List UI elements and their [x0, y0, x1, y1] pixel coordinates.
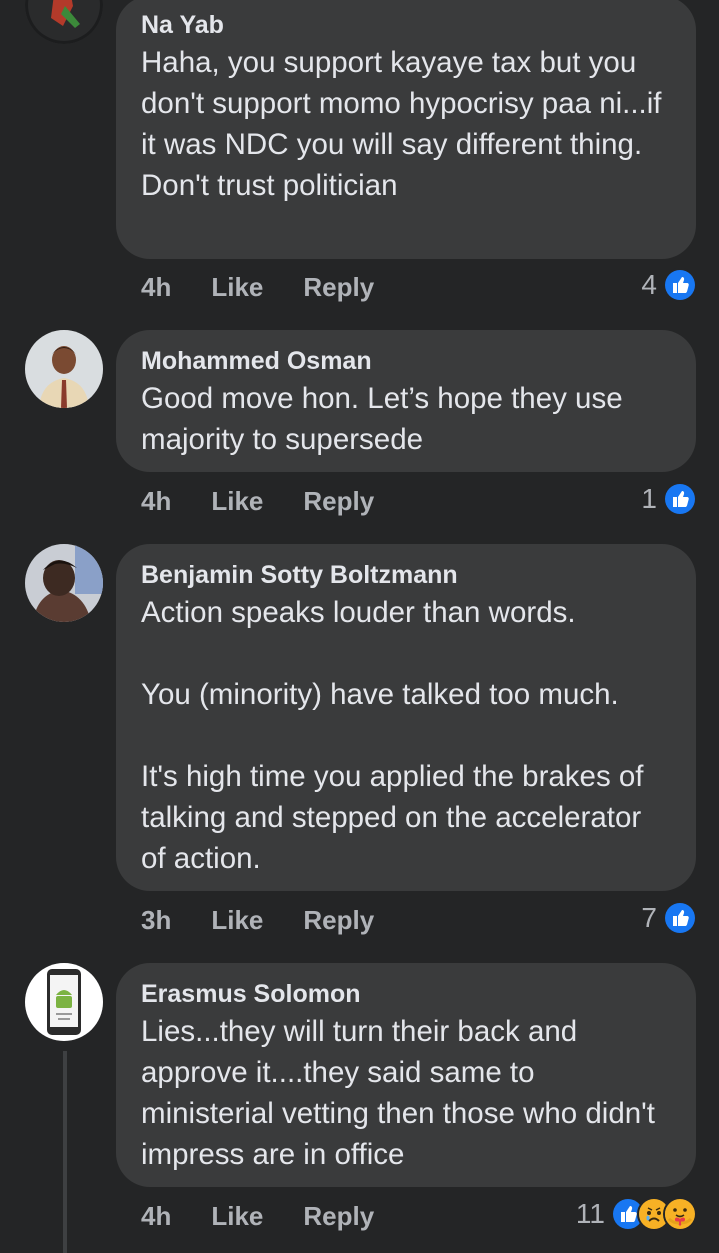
reaction-count: 1 — [641, 483, 657, 514]
comment-text: Action speaks louder than words. You (mi… — [141, 596, 644, 875]
reply-button[interactable]: Reply — [303, 1201, 374, 1232]
avatar[interactable] — [25, 0, 103, 44]
avatar-image — [25, 330, 103, 408]
care-icon — [663, 1197, 697, 1231]
like-icon — [663, 482, 697, 516]
reaction-summary[interactable]: 11 — [576, 1197, 697, 1231]
avatar-image — [25, 0, 103, 44]
avatar-image — [25, 544, 103, 622]
like-button[interactable]: Like — [211, 905, 263, 936]
reaction-summary[interactable]: 1 — [641, 482, 697, 516]
comment-author[interactable]: Erasmus Solomon — [141, 977, 672, 1011]
like-button[interactable]: Like — [211, 1201, 263, 1232]
reply-button[interactable]: Reply — [303, 272, 374, 303]
reply-button[interactable]: Reply — [303, 905, 374, 936]
comment-text: Lies...they will turn their back and app… — [141, 1015, 664, 1171]
comment-author[interactable]: Na Yab — [141, 8, 672, 42]
reaction-summary[interactable]: 7 — [641, 901, 697, 935]
comment-time[interactable]: 3h — [141, 905, 171, 936]
comment-actions: 4h Like Reply — [141, 272, 374, 303]
avatar-image — [25, 963, 103, 1041]
reaction-count: 11 — [575, 1198, 605, 1229]
comment-time[interactable]: 4h — [141, 272, 171, 303]
comment-author[interactable]: Mohammed Osman — [141, 344, 672, 378]
reaction-count: 7 — [641, 902, 657, 933]
like-button[interactable]: Like — [211, 486, 263, 517]
avatar[interactable] — [25, 330, 103, 408]
comment-text: Good move hon. Let’s hope they use major… — [141, 382, 631, 456]
avatar[interactable] — [25, 963, 103, 1041]
like-icon — [663, 901, 697, 935]
avatar[interactable] — [25, 544, 103, 622]
comment-time[interactable]: 4h — [141, 486, 171, 517]
comment-actions: 4h Like Reply — [141, 1201, 374, 1232]
comment-actions: 4h Like Reply — [141, 486, 374, 517]
like-button[interactable]: Like — [211, 272, 263, 303]
comment-bubble: Erasmus Solomon Lies...they will turn th… — [116, 963, 696, 1187]
comment-time[interactable]: 4h — [141, 1201, 171, 1232]
comment-author[interactable]: Benjamin Sotty Boltzmann — [141, 558, 672, 592]
comment-bubble: Na Yab Haha, you support kayaye tax but … — [116, 0, 696, 259]
comment-text: Haha, you support kayaye tax but you don… — [141, 46, 662, 202]
reply-button[interactable]: Reply — [303, 486, 374, 517]
comment-bubble: Benjamin Sotty Boltzmann Action speaks l… — [116, 544, 696, 891]
reaction-summary[interactable]: 4 — [641, 268, 697, 302]
comment-bubble: Mohammed Osman Good move hon. Let’s hope… — [116, 330, 696, 472]
reply-thread-line — [63, 1051, 67, 1253]
reaction-count: 4 — [641, 269, 657, 300]
comment-actions: 3h Like Reply — [141, 905, 374, 936]
like-icon — [663, 268, 697, 302]
